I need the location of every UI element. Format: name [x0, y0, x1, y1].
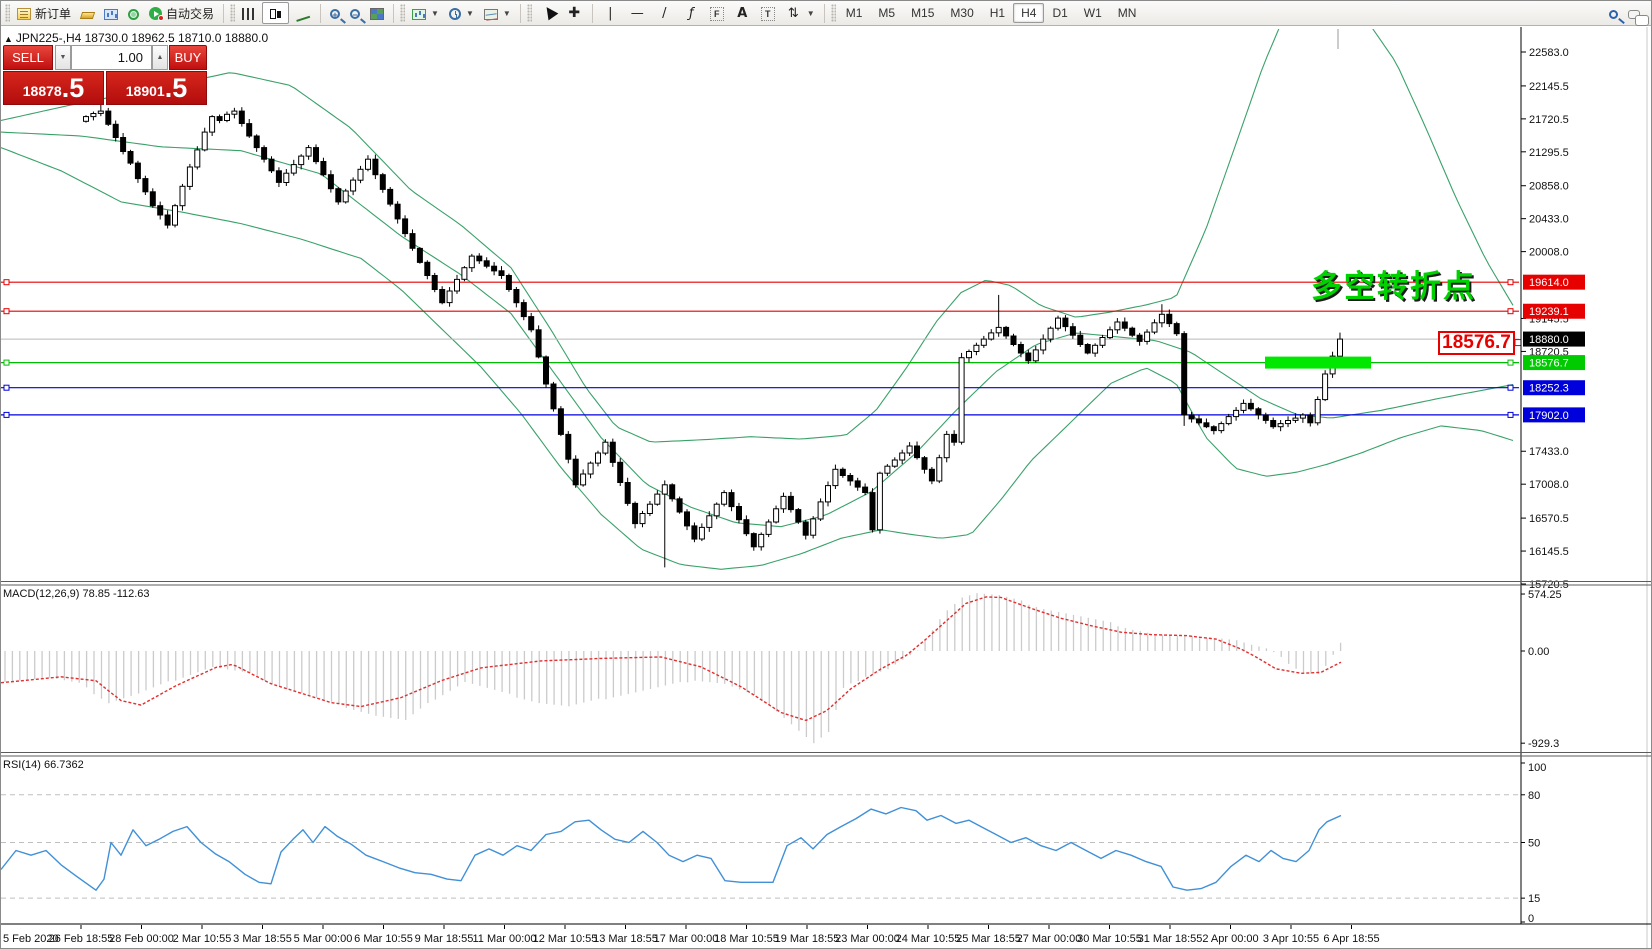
svg-text:9 Mar 18:55: 9 Mar 18:55: [415, 933, 474, 945]
svg-text:3 Apr 10:55: 3 Apr 10:55: [1263, 933, 1319, 945]
svg-text:23 Mar 00:00: 23 Mar 00:00: [835, 933, 900, 945]
svg-text:15: 15: [1528, 893, 1540, 905]
svg-text:18 Mar 10:55: 18 Mar 10:55: [714, 933, 779, 945]
svg-text:17902.0: 17902.0: [1529, 410, 1569, 422]
hline-handle[interactable]: [1508, 309, 1513, 314]
svg-text:21295.5: 21295.5: [1529, 147, 1569, 159]
svg-text:80: 80: [1528, 790, 1540, 802]
svg-text:19 Mar 18:55: 19 Mar 18:55: [775, 933, 840, 945]
volume-input[interactable]: 1.00: [71, 45, 152, 70]
svg-text:22583.0: 22583.0: [1529, 47, 1569, 59]
svg-text:25 Mar 18:55: 25 Mar 18:55: [956, 933, 1021, 945]
svg-text:19614.0: 19614.0: [1529, 277, 1569, 289]
symbol-title: ▲JPN225-,H4 18730.0 18962.5 18710.0 1888…: [4, 31, 268, 45]
svg-text:100: 100: [1528, 762, 1546, 774]
svg-text:574.25: 574.25: [1528, 589, 1562, 601]
svg-text:21720.5: 21720.5: [1529, 114, 1569, 126]
svg-text:13 Mar 18:55: 13 Mar 18:55: [593, 933, 658, 945]
hline-handle[interactable]: [1508, 385, 1513, 390]
svg-text:50: 50: [1528, 838, 1540, 850]
hline-handle[interactable]: [4, 280, 9, 285]
chart-canvas[interactable]: 22583.0 22145.5 21720.5 21295.5 20858.0 20433…: [1, 1, 1652, 949]
svg-text:3 Mar 18:55: 3 Mar 18:55: [233, 933, 292, 945]
svg-text:30 Mar 10:55: 30 Mar 10:55: [1077, 933, 1142, 945]
rsi-indicator-label: RSI(14) 66.7362: [3, 759, 84, 771]
svg-text:18252.3: 18252.3: [1529, 383, 1569, 395]
ask-price-fraction: .5: [165, 75, 188, 101]
svg-text:31 Mar 18:55: 31 Mar 18:55: [1138, 933, 1203, 945]
one-click-trading-panel: SELL ▼ 1.00 ▲ BUY 18878.5 18901.5: [3, 45, 207, 105]
hline-handle[interactable]: [4, 360, 9, 365]
hline-handle[interactable]: [4, 412, 9, 417]
highlight-zone-rect[interactable]: [1265, 357, 1371, 369]
svg-text:19239.1: 19239.1: [1529, 306, 1569, 318]
mt4-window: 新订单 自动交易 + − ▼ ▼ ▼ ✚ | — / ƒ F A T ⇅: [0, 0, 1652, 949]
sell-button[interactable]: SELL: [3, 45, 53, 70]
svg-text:18880.0: 18880.0: [1529, 334, 1569, 346]
hline-handle[interactable]: [1508, 360, 1513, 365]
price-callout-box[interactable]: 18576.7: [1438, 331, 1515, 355]
svg-text:17008.0: 17008.0: [1529, 479, 1569, 491]
svg-text:12 Mar 10:55: 12 Mar 10:55: [533, 933, 598, 945]
svg-text:17433.0: 17433.0: [1529, 446, 1569, 458]
ask-price-box[interactable]: 18901.5: [106, 71, 207, 105]
svg-text:20008.0: 20008.0: [1529, 247, 1569, 259]
hline-handle[interactable]: [4, 309, 9, 314]
svg-text:0.00: 0.00: [1528, 646, 1549, 658]
bid-price-fraction: .5: [62, 75, 85, 101]
svg-text:17 Mar 00:00: 17 Mar 00:00: [654, 933, 719, 945]
hline-handle[interactable]: [4, 385, 9, 390]
svg-text:18576.7: 18576.7: [1529, 358, 1569, 370]
symbol-ohlc-text: JPN225-,H4 18730.0 18962.5 18710.0 18880…: [16, 31, 268, 45]
svg-text:16570.5: 16570.5: [1529, 513, 1569, 525]
volume-increase-button[interactable]: ▲: [152, 45, 168, 70]
svg-text:6 Mar 10:55: 6 Mar 10:55: [354, 933, 413, 945]
hline-handle[interactable]: [1508, 412, 1513, 417]
svg-text:26 Feb 18:55: 26 Feb 18:55: [49, 933, 114, 945]
macd-indicator-label: MACD(12,26,9) 78.85 -112.63: [3, 588, 150, 600]
bid-price-main: 18878: [23, 81, 62, 101]
svg-text:0: 0: [1528, 913, 1534, 925]
svg-text:6 Apr 18:55: 6 Apr 18:55: [1323, 933, 1379, 945]
svg-text:5 Mar 00:00: 5 Mar 00:00: [294, 933, 353, 945]
svg-text:20433.0: 20433.0: [1529, 214, 1569, 226]
svg-text:24 Mar 10:55: 24 Mar 10:55: [896, 933, 961, 945]
svg-text:2 Apr 00:00: 2 Apr 00:00: [1202, 933, 1258, 945]
ask-price-main: 18901: [126, 81, 165, 101]
volume-decrease-button[interactable]: ▼: [55, 45, 71, 70]
callout-handle[interactable]: [1515, 340, 1521, 346]
svg-text:20858.0: 20858.0: [1529, 181, 1569, 193]
turning-point-annotation[interactable]: 多空转折点: [1311, 261, 1476, 306]
svg-text:2 Mar 10:55: 2 Mar 10:55: [173, 933, 232, 945]
svg-text:22145.5: 22145.5: [1529, 81, 1569, 93]
hline-handle[interactable]: [1508, 280, 1513, 285]
svg-text:-929.3: -929.3: [1528, 738, 1559, 750]
svg-text:28 Feb 00:00: 28 Feb 00:00: [109, 933, 174, 945]
svg-text:16145.5: 16145.5: [1529, 546, 1569, 558]
bid-price-box[interactable]: 18878.5: [3, 71, 104, 105]
buy-button[interactable]: BUY: [169, 45, 207, 70]
collapse-panel-icon[interactable]: ▲: [4, 34, 13, 44]
svg-text:27 Mar 00:00: 27 Mar 00:00: [1017, 933, 1082, 945]
svg-text:11 Mar 00:00: 11 Mar 00:00: [472, 933, 536, 945]
